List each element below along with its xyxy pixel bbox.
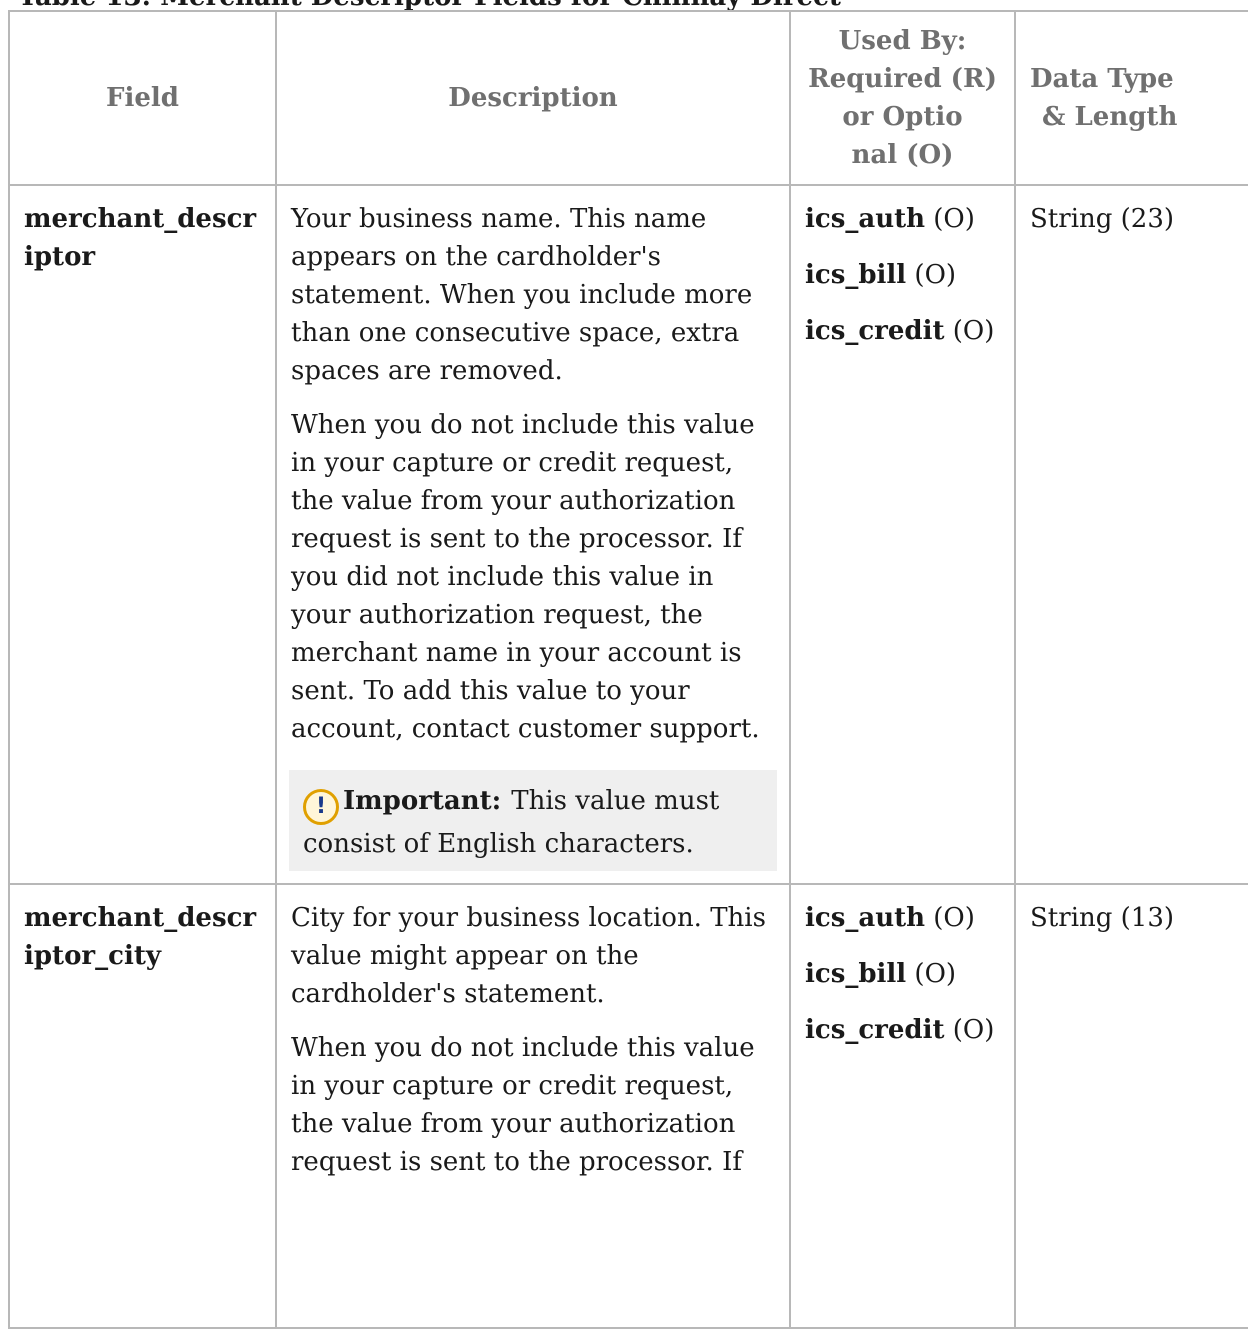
used-by-entry: ics_auth (O) — [805, 903, 975, 933]
data-type-value: String (13) — [1030, 903, 1175, 933]
description-cell: Your business name. This name appears on… — [275, 184, 791, 885]
header-field: Field — [8, 10, 277, 186]
header-used-by: Used By: Required (R) or Optio nal (O) — [789, 10, 1016, 186]
table-row: merchant_descriptor_city City for your b… — [8, 883, 1248, 1329]
description-paragraph: When you do not include this value in yo… — [291, 1033, 755, 1177]
data-type-cell: String (13) — [1014, 883, 1248, 1329]
field-cell: merchant_descriptor_city — [8, 883, 277, 1329]
field-name: merchant_descriptor — [24, 204, 257, 272]
used-by-cell: ics_auth (O) ics_bill (O) ics_credit (O) — [789, 883, 1016, 1329]
used-by-entry: ics_auth (O) — [805, 204, 975, 234]
data-type-value: String (23) — [1030, 204, 1175, 234]
merchant-descriptor-table: Field Description Used By: Required (R) … — [8, 10, 1248, 1329]
used-by-entry: ics_credit (O) — [805, 1015, 995, 1045]
field-name: merchant_descriptor_city — [24, 903, 257, 971]
table-header-row: Field Description Used By: Required (R) … — [8, 10, 1248, 186]
description-paragraph: When you do not include this value in yo… — [291, 410, 760, 744]
description-paragraph: Your business name. This name appears on… — [291, 204, 753, 386]
important-exclamation-icon: ! — [303, 789, 339, 825]
used-by-entry: ics_bill (O) — [805, 959, 957, 989]
important-note: ! Important: This value must consist of En… — [289, 770, 777, 871]
description-paragraph: City for your business location. This va… — [291, 903, 766, 1009]
description-cell: City for your business location. This va… — [275, 883, 791, 1329]
header-data-type: Data Type & Length — [1014, 10, 1248, 186]
header-description: Description — [275, 10, 791, 186]
data-type-cell: String (23) — [1014, 184, 1248, 885]
note-label: Important: — [343, 786, 502, 816]
field-cell: merchant_descriptor — [8, 184, 277, 885]
table-row: merchant_descriptor Your business name. … — [8, 184, 1248, 885]
used-by-cell: ics_auth (O) ics_bill (O) ics_credit (O) — [789, 184, 1016, 885]
used-by-entry: ics_bill (O) — [805, 260, 957, 290]
used-by-entry: ics_credit (O) — [805, 316, 995, 346]
